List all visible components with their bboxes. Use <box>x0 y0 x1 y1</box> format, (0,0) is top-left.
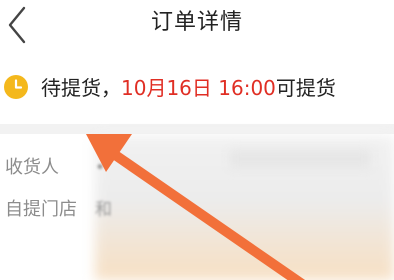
receiver-label: 收货人 <box>5 157 59 178</box>
status-prefix: 待提货， <box>41 76 121 100</box>
page-title: 订单详情 <box>150 10 243 35</box>
redacted-strip <box>230 150 370 168</box>
pickup-store-label: 自提门店 <box>5 199 77 220</box>
top-nav-bar: 订单详情 <box>0 0 394 52</box>
receiver-value: • <box>95 158 106 178</box>
pickup-store-value: 和 <box>95 200 112 220</box>
section-divider <box>0 124 394 134</box>
pickup-status-text: 待提货，10月16日 16:00可提货 <box>41 74 336 102</box>
pickup-time: 10月16日 16:00 <box>121 76 276 100</box>
clock-icon <box>4 75 28 99</box>
pickup-status-bar: 待提货，10月16日 16:00可提货 <box>0 52 394 124</box>
status-suffix: 可提货 <box>275 76 336 100</box>
